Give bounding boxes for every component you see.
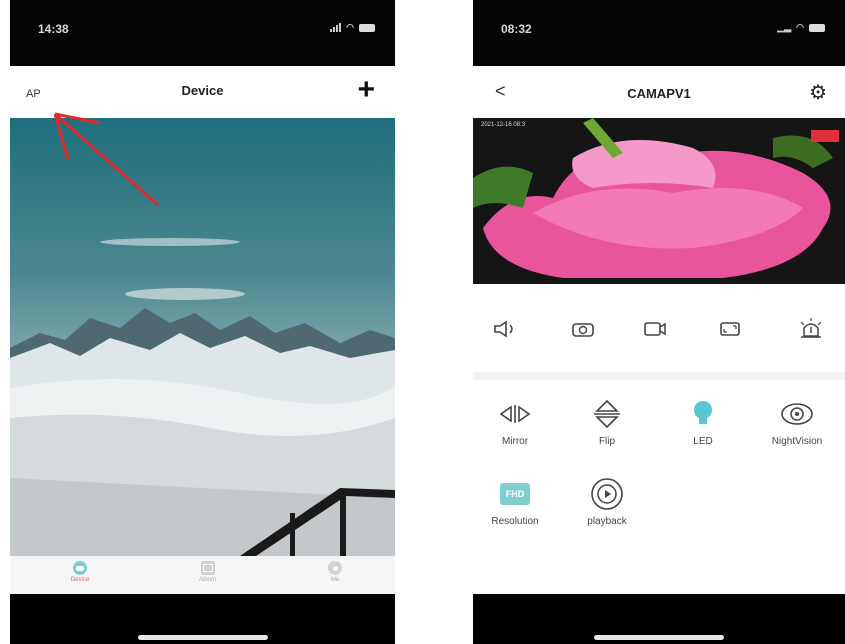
flip-button[interactable]: Flip	[569, 396, 645, 447]
status-bar: 08:32 ▁▂ ◠	[473, 0, 845, 66]
page-title: CAMAPV1	[627, 86, 691, 101]
fullscreen-icon[interactable]	[710, 314, 750, 344]
video-timestamp: 2021-12-16 08:3	[481, 122, 526, 128]
playback-icon	[590, 476, 624, 512]
tab-label: Album	[198, 577, 216, 583]
tab-me[interactable]: Me	[315, 556, 355, 594]
nav-bar: < CAMAPV1 ⚙	[473, 66, 845, 118]
nightvision-label: NightVision	[771, 436, 823, 447]
home-indicator[interactable]	[594, 635, 724, 640]
mirror-label: Mirror	[501, 436, 529, 447]
status-time: 08:32	[501, 22, 532, 36]
annotation-arrow	[53, 112, 159, 207]
led-icon	[690, 396, 716, 432]
flip-label: Flip	[598, 436, 616, 447]
home-indicator[interactable]	[137, 635, 268, 640]
divider	[473, 372, 845, 380]
resolution-badge: FHD	[500, 483, 530, 505]
nightvision-button[interactable]: NightVision	[759, 396, 835, 447]
tab-bar: Device Album Me	[10, 556, 395, 594]
control-panel: Mirror Flip LED NightVision FHD Resoluti…	[473, 284, 845, 594]
live-video-view[interactable]: 2021-12-16 08:3	[473, 118, 845, 284]
led-label: LED	[693, 436, 713, 447]
record-indicator-icon	[811, 130, 839, 142]
resolution-label: Resolution	[491, 516, 539, 527]
nightvision-icon	[779, 396, 815, 432]
status-icons: ▁▂ ◠	[777, 22, 825, 33]
playback-button[interactable]: playback	[569, 476, 645, 527]
tab-album[interactable]: Album	[188, 556, 228, 594]
mirror-button[interactable]: Mirror	[477, 396, 553, 447]
record-icon[interactable]	[635, 314, 675, 344]
resolution-button[interactable]: FHD Resolution	[477, 476, 553, 527]
quick-controls	[473, 314, 845, 344]
camera-icon[interactable]	[563, 314, 603, 344]
flip-icon	[592, 396, 622, 432]
mirror-icon	[497, 396, 533, 432]
phone-screen-device: 14:38 ◠ AP Device + Device Album Me	[10, 0, 395, 644]
person-icon	[328, 561, 342, 575]
wifi-icon: ◠	[796, 22, 804, 32]
tab-label: Device	[70, 577, 90, 583]
battery-icon	[809, 23, 825, 32]
device-icon	[73, 561, 87, 575]
album-icon	[200, 561, 215, 575]
speaker-icon[interactable]	[485, 314, 525, 344]
alarm-icon[interactable]	[791, 314, 831, 344]
gear-icon[interactable]: ⚙	[809, 80, 827, 105]
signal-icon: ▁▂	[777, 22, 792, 32]
tab-label: Me	[330, 577, 340, 583]
phone-screen-camera: 08:32 ▁▂ ◠ < CAMAPV1 ⚙ 2021-12-16 08:3 M…	[473, 0, 845, 644]
led-button[interactable]: LED	[665, 396, 741, 447]
tab-device[interactable]: Device	[60, 556, 100, 594]
resolution-icon: FHD	[500, 476, 530, 512]
playback-label: playback	[587, 516, 627, 527]
